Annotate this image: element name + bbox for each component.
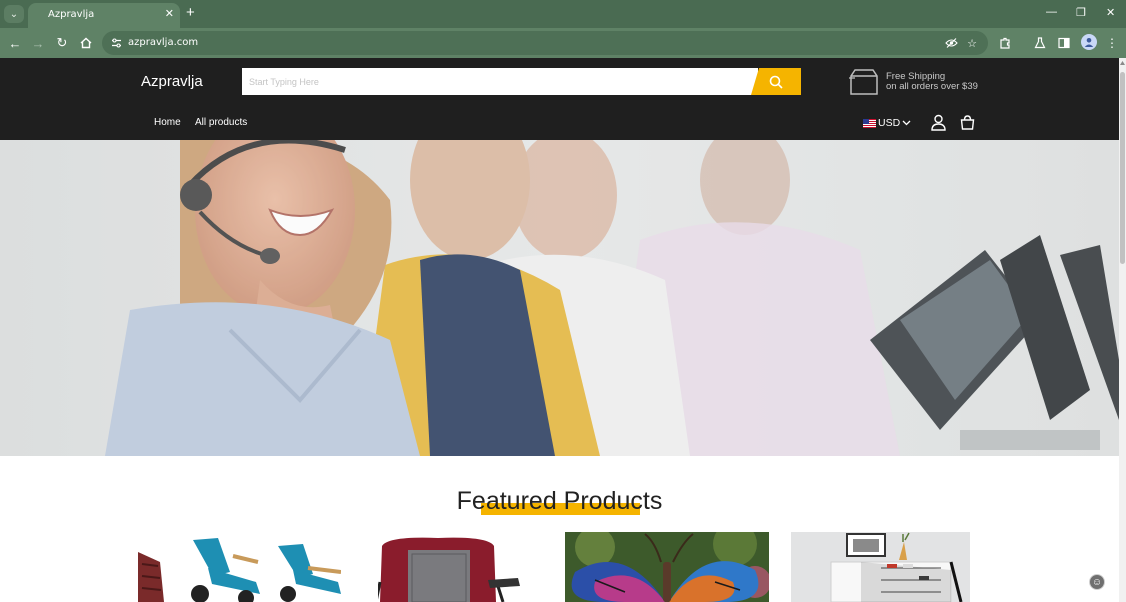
close-window-icon[interactable]: ✕ (1106, 6, 1115, 19)
currency-selector[interactable]: USD (863, 117, 911, 129)
product-image (565, 532, 769, 602)
labs-flask-icon[interactable] (1031, 34, 1049, 52)
featured-products-title: Featured Products (456, 487, 663, 515)
reload-icon[interactable]: ↻ (53, 34, 71, 52)
home-icon[interactable] (77, 34, 95, 52)
search-box (242, 68, 758, 95)
restore-icon[interactable]: ❐ (1076, 6, 1086, 19)
browser-tab[interactable]: Azpravlja ✕ (28, 3, 180, 28)
search-button[interactable] (751, 68, 801, 95)
search-input[interactable] (242, 68, 758, 95)
chevron-down-icon (902, 120, 911, 126)
tab-search-button[interactable]: ⌄ (4, 5, 24, 23)
cart-icon[interactable] (959, 114, 976, 131)
accessibility-helper-icon[interactable]: ☺ (1089, 574, 1105, 590)
browser-tab-bar: ⌄ Azpravlja ✕ + — ❐ ✕ (0, 0, 1126, 28)
bookmark-star-icon[interactable]: ☆ (964, 35, 980, 51)
tab-close-icon[interactable]: ✕ (165, 7, 174, 20)
brand-logo[interactable]: Azpravlja (141, 73, 203, 90)
us-flag-icon (863, 118, 876, 128)
forward-arrow-icon[interactable]: → (29, 34, 47, 52)
currency-label: USD (878, 117, 901, 129)
user-icon[interactable] (930, 114, 947, 131)
nav-home[interactable]: Home (154, 117, 181, 128)
site-header: Azpravlja Free Shipping on all orders ov… (0, 58, 1119, 140)
extensions-icon[interactable] (996, 34, 1014, 52)
scrollbar-thumb[interactable] (1120, 72, 1125, 264)
profile-avatar-icon[interactable] (1081, 34, 1097, 50)
hero-banner-image (0, 140, 1119, 456)
tab-title: Azpravlja (48, 9, 95, 20)
free-shipping-text: Free Shipping on all orders over $39 (886, 72, 978, 92)
side-panel-icon[interactable] (1055, 34, 1073, 52)
nav-all-products[interactable]: All products (195, 117, 247, 128)
site-info-icon[interactable] (108, 35, 124, 51)
minimize-icon[interactable]: — (1046, 6, 1057, 18)
product-card-lounge-chairs[interactable] (138, 532, 341, 602)
product-image (138, 538, 341, 602)
browser-toolbar: ← → ↻ azpravlja.com ☆ ⋮ (0, 28, 1126, 58)
shipping-line-2: on all orders over $39 (886, 81, 978, 92)
shipping-box-icon (849, 69, 878, 95)
product-image (791, 532, 970, 602)
search-icon (769, 75, 783, 89)
product-card-glass-butterfly[interactable] (565, 532, 769, 602)
product-card-shoe-cabinet[interactable] (791, 532, 970, 602)
product-card-camp-chair[interactable] (378, 532, 528, 602)
eye-off-icon[interactable] (943, 35, 959, 51)
new-tab-button[interactable]: + (186, 4, 195, 21)
url-text: azpravlja.com (128, 37, 199, 48)
kebab-menu-icon[interactable]: ⋮ (1103, 34, 1121, 52)
address-bar[interactable]: azpravlja.com ☆ (102, 31, 988, 55)
product-image (378, 537, 520, 602)
back-arrow-icon[interactable]: ← (6, 34, 24, 52)
scroll-up-arrow-icon[interactable] (1120, 60, 1125, 66)
